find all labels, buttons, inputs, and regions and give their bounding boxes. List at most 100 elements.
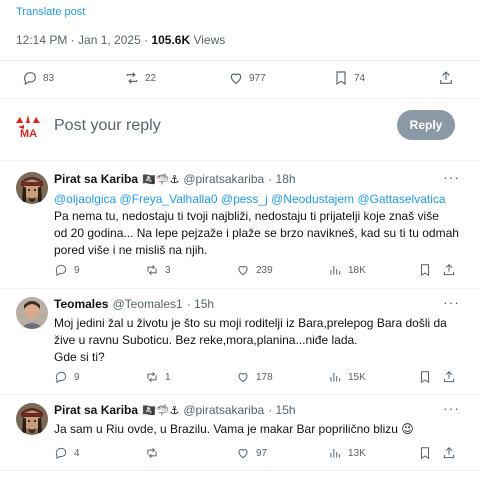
like-count: 97	[256, 447, 268, 459]
bookmark-icon	[336, 71, 346, 86]
more-icon[interactable]: ···	[443, 294, 460, 310]
mentions[interactable]: @oljaolgica @Freya_Valhalla0 @pess_j @Ne…	[54, 191, 446, 208]
like-button[interactable]: 178	[236, 370, 273, 384]
author-badges: 🏴‍☠️🦈⚓	[142, 404, 180, 417]
reply-button[interactable]: Reply	[397, 110, 455, 140]
reply-button[interactable]: 4	[54, 446, 80, 460]
reply-count: 4	[74, 447, 80, 459]
tweet-time[interactable]: · 15h	[187, 297, 214, 311]
like-count: 178	[256, 371, 273, 383]
post-reply-button[interactable]: 83	[22, 70, 54, 86]
bookmark-icon	[421, 447, 429, 460]
repost-button[interactable]	[145, 446, 165, 460]
repost-button[interactable]: 3	[145, 263, 171, 277]
repost-icon	[126, 72, 138, 84]
tweet-header: Pirat sa Kariba 🏴‍☠️🦈⚓ @piratsakariba · …	[54, 172, 296, 186]
share-button[interactable]	[442, 446, 456, 460]
post-share-button[interactable]	[438, 70, 454, 86]
reply-icon	[55, 371, 67, 384]
views-icon	[330, 372, 341, 382]
translate-post-link[interactable]: Translate post	[16, 6, 85, 18]
author-name[interactable]: Teomales	[54, 297, 108, 311]
author-handle[interactable]: @piratsakariba	[183, 172, 264, 186]
share-button[interactable]	[442, 263, 456, 277]
post-repost-button[interactable]: 22	[124, 70, 156, 86]
tweet-text-line: Moj jedini žal u životu je što su moji r…	[54, 316, 447, 330]
tweet-actions: 4 97 13K	[54, 446, 464, 464]
svg-text:MA: MA	[20, 128, 37, 140]
author-handle[interactable]: @Teomales1	[112, 297, 182, 311]
like-icon	[238, 266, 248, 276]
tweet-text-line: od 20 godina... Na lepe pejzaže i plaže …	[54, 226, 459, 240]
avatar[interactable]	[16, 297, 48, 329]
divider	[0, 470, 480, 471]
reply-button[interactable]: 9	[54, 263, 80, 277]
bookmark-button[interactable]	[418, 263, 432, 277]
views-icon	[330, 265, 341, 275]
share-icon	[443, 264, 455, 276]
avatar[interactable]	[16, 403, 48, 435]
author-handle[interactable]: @piratsakariba	[183, 403, 264, 417]
post-like-count: 977	[249, 72, 266, 84]
post-stats-bar: 83 22 977 74	[0, 62, 480, 94]
bookmark-button[interactable]	[418, 370, 432, 384]
more-icon[interactable]: ···	[443, 169, 460, 185]
post-views-count: 105.6K	[151, 33, 191, 47]
like-icon	[238, 373, 248, 383]
tweet-text-line: Gde si ti?	[54, 350, 105, 364]
reply-composer: MA Post your reply Reply	[0, 104, 480, 148]
tweet-actions: 9 1 178 15K	[54, 370, 464, 388]
divider	[0, 160, 480, 161]
reply-icon	[55, 264, 67, 277]
tweet-text-line: Ja sam u Riu ovde, u Brazilu. Vama je ma…	[54, 422, 414, 436]
views-count: 13K	[348, 447, 366, 459]
reply-button[interactable]: 9	[54, 370, 80, 384]
tweet-time[interactable]: · 18h	[268, 172, 295, 186]
tweet-header: Teomales @Teomales1 · 15h	[54, 297, 214, 311]
share-button[interactable]	[442, 370, 456, 384]
author-name[interactable]: Pirat sa Kariba	[54, 172, 138, 186]
bookmark-icon	[421, 371, 429, 384]
bookmark-button[interactable]	[418, 446, 432, 460]
author-name[interactable]: Pirat sa Kariba	[54, 403, 138, 417]
post-timestamp: 12:14 PM · Jan 1, 2025 · 105.6K Views	[16, 33, 225, 47]
repost-icon	[147, 447, 157, 459]
like-button[interactable]: 97	[236, 446, 267, 460]
tweet-text: Moj jedini žal u životu je što su moji r…	[54, 315, 464, 366]
divider	[0, 288, 480, 289]
views-count: 18K	[348, 264, 366, 276]
repost-icon	[147, 264, 157, 276]
like-icon	[230, 73, 242, 85]
reply-count: 9	[74, 264, 80, 276]
views-button[interactable]: 15K	[328, 370, 366, 384]
reply-icon	[55, 447, 67, 460]
post-reply-count: 83	[43, 72, 55, 84]
share-icon	[443, 371, 455, 383]
tweet-header: Pirat sa Kariba 🏴‍☠️🦈⚓ @piratsakariba · …	[54, 403, 296, 417]
tweet-time[interactable]: · 15h	[268, 403, 295, 417]
post-time[interactable]: 12:14 PM · Jan 1, 2025 ·	[16, 33, 151, 47]
divider	[0, 394, 480, 395]
pirat-avatar-image	[16, 403, 48, 435]
post-like-button[interactable]: 977	[228, 70, 266, 86]
share-icon	[440, 71, 452, 84]
avatar[interactable]	[16, 172, 48, 204]
like-icon	[238, 449, 248, 459]
share-icon	[443, 447, 455, 459]
divider	[0, 60, 480, 61]
reply-icon	[24, 72, 36, 86]
tweet-text-line: Pa nema tu, nedostaju ti tvoji najbliži,…	[54, 209, 439, 223]
views-button[interactable]: 13K	[328, 446, 366, 460]
reply-input[interactable]: Post your reply	[54, 117, 161, 135]
more-icon[interactable]: ···	[443, 400, 460, 416]
tweet-text: Pa nema tu, nedostaju ti tvoji najbliži,…	[54, 208, 464, 259]
repost-button[interactable]: 1	[145, 370, 171, 384]
author-badges: 🏴‍☠️🦈⚓	[142, 173, 180, 186]
bookmark-icon	[421, 264, 429, 277]
post-bookmark-button[interactable]: 74	[333, 70, 365, 86]
repost-icon	[147, 371, 157, 383]
views-button[interactable]: 18K	[328, 263, 366, 277]
reply-count: 9	[74, 371, 80, 383]
like-button[interactable]: 239	[236, 263, 273, 277]
repost-count: 3	[165, 264, 171, 276]
